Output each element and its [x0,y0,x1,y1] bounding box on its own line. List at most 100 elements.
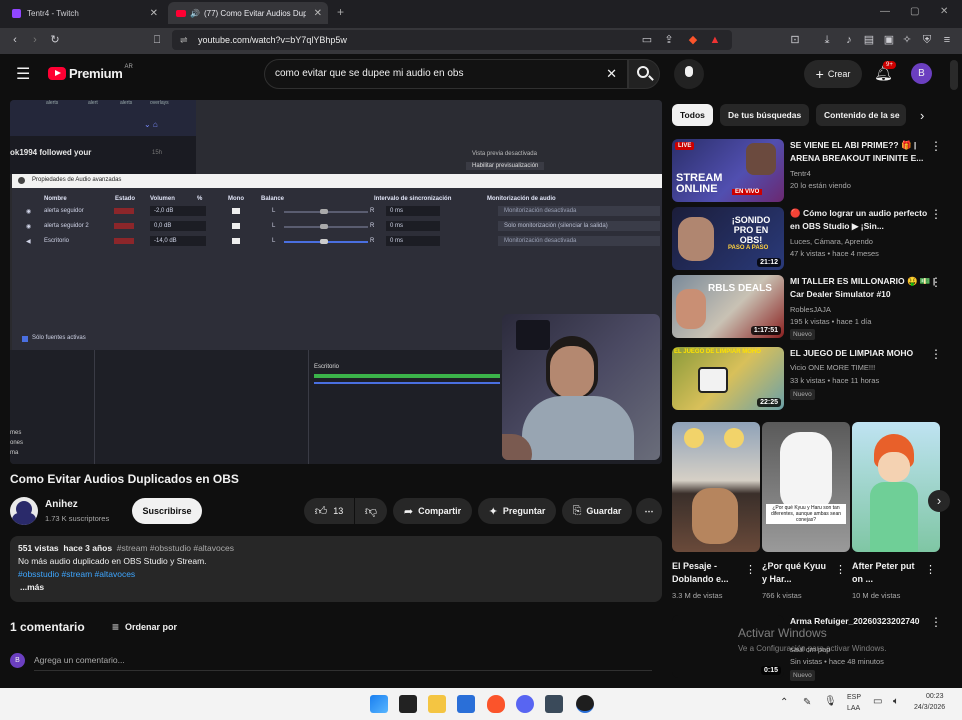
close-icon[interactable]: ✕ [150,8,158,19]
pen-icon[interactable]: ✎ [803,697,811,708]
comment-input[interactable]: Agrega un comentario... [34,655,652,671]
close-window-icon[interactable]: ✕ [940,6,948,17]
brave-rewards-icon[interactable]: ▲ [708,33,722,47]
network-icon[interactable]: ▭ [873,696,882,707]
share-icon[interactable]: ⇪ [662,33,676,47]
tab-youtube[interactable]: 🔊 (77) Como Evitar Audios Dupl ✕ [168,2,328,24]
steam-icon[interactable] [545,695,563,713]
channel-name[interactable]: RoblesJAJA [790,305,831,314]
channel-name[interactable]: Luces, Cámara, Aprendo [790,237,873,246]
vpn-icon[interactable]: ⛨ [920,33,934,47]
more-vert-icon[interactable]: ⋮ [930,207,942,221]
video-title[interactable]: EL JUEGO DE LIMPIAR MOHO [790,347,938,360]
short-thumbnail[interactable] [672,422,760,552]
hamburger-icon[interactable]: ☰ [16,64,30,84]
bookmark-icon[interactable]: ⎕ [150,33,164,47]
dislike-button[interactable]: 👎︎ [355,498,387,524]
avatar[interactable]: B [911,63,932,84]
more-vert-icon[interactable]: ⋮ [930,275,942,289]
subscribe-button[interactable]: Suscribirse [132,498,202,524]
chevron-right-icon[interactable]: › [920,108,924,123]
scrollbar[interactable] [950,60,958,90]
channel-name[interactable]: Tentr4 [790,169,811,178]
video-title[interactable]: 🔴 Cómo lograr un audio perfecto en OBS S… [790,207,938,233]
menu-icon[interactable]: ≡ [940,33,954,47]
more-vert-icon[interactable]: ⋮ [930,615,942,629]
like-button[interactable]: 👍︎ 13 [304,498,354,524]
music-icon[interactable]: ♪ [842,33,856,47]
sort-button[interactable]: ≡ Ordenar por [112,620,177,634]
sidebar-icon[interactable]: ▤ [862,33,876,47]
channel-avatar[interactable] [10,497,38,525]
clear-search-icon[interactable]: ✕ [606,60,617,88]
extension-icon[interactable]: ⊡ [788,33,802,47]
chip-all[interactable]: Todos [672,104,713,126]
more-vert-icon[interactable]: ⋮ [835,563,846,576]
capcut-icon[interactable] [399,695,417,713]
leo-icon[interactable]: ✧ [900,33,914,47]
minimize-icon[interactable]: — [880,6,890,17]
video-player[interactable]: alerts alert alerts overlays ⌄ ⌂ ok1994 … [10,100,662,464]
hashtags-bottom[interactable]: #obsstudio #stream #altavoces [18,568,654,581]
start-icon[interactable] [370,695,388,713]
wallet-icon[interactable]: ▣ [882,33,896,47]
more-vert-icon[interactable]: ⋮ [930,139,942,153]
folder-icon[interactable] [428,695,446,713]
obs-taskbar-icon[interactable] [576,695,594,713]
recommendation-item[interactable]: ¡SONIDO PRO EN OBS! PASO A PASO 21:12 🔴 … [672,207,962,271]
close-icon[interactable]: ✕ [314,8,322,19]
recommendation-item[interactable]: EL JUEGO DE LIMPIAR MOHO 22:25 EL JUEGO … [672,347,962,411]
channel-name[interactable]: Anihez [45,499,78,510]
brave-shield-icon[interactable]: ◆ [686,33,700,47]
create-button[interactable]: + Crear [804,60,862,88]
chip-series[interactable]: Contenido de la se [816,104,906,126]
volume-icon[interactable]: 🔈︎ [893,696,899,707]
recommendation-item[interactable]: RBLS DEALS 1:17:51 MI TALLER ES MILLONAR… [672,275,962,340]
more-vert-icon[interactable]: ⋮ [745,563,756,576]
short-thumbnail[interactable] [852,422,940,552]
new-tab-icon[interactable]: + [337,5,344,19]
language-code[interactable]: ESP [847,694,861,701]
forward-icon[interactable]: › [28,33,42,47]
description-box[interactable]: 551 vistas hace 3 años #stream #obsstudi… [10,536,662,602]
site-info-icon[interactable]: ⇌ [180,30,188,50]
voice-search-button[interactable] [674,59,704,89]
clock-date[interactable]: 24/3/2026 [914,704,945,711]
video-title[interactable]: SE VIENE EL ABI PRIME?? 🎁 | ARENA BREAKO… [790,139,938,165]
chip-searches[interactable]: De tus búsquedas [720,104,810,126]
search-input[interactable]: como evitar que se dupee mi audio en obs… [264,59,628,89]
more-vert-icon[interactable]: ⋮ [930,347,942,361]
shorts-next-button[interactable]: › [928,490,950,512]
video-thumbnail[interactable]: EL JUEGO DE LIMPIAR MOHO 22:25 [672,347,784,410]
download-icon[interactable]: ⤓ [820,33,834,47]
video-thumbnail[interactable]: LIVE STREAM ONLINE EN VIVO [672,139,784,202]
hashtags-top[interactable]: #stream #obsstudio #altavoces [117,543,234,553]
back-icon[interactable]: ‹ [8,33,22,47]
store-icon[interactable] [457,695,475,713]
show-more-button[interactable]: ...más [18,581,654,594]
discord-icon[interactable] [516,695,534,713]
more-vert-icon[interactable]: ⋮ [925,563,936,576]
brave-icon[interactable] [487,695,505,713]
share-button[interactable]: ➦ Compartir [393,498,472,524]
chevron-up-icon[interactable]: ⌃ [780,697,788,708]
short-title[interactable]: El Pesaje - Doblando e... [672,560,742,586]
language-layout[interactable]: LAA [847,705,860,712]
tab-twitch[interactable]: Tentr4 - Twitch ✕ [4,2,164,24]
speaker-icon[interactable]: 🔊 [190,9,200,18]
video-thumbnail[interactable]: ¡SONIDO PRO EN OBS! PASO A PASO 21:12 [672,207,784,270]
maximize-icon[interactable]: ▢ [910,6,919,17]
save-button[interactable]: ⎘ Guardar [562,498,632,524]
channel-name[interactable]: Vicio ONE MORE TIME!!! [790,363,875,372]
ask-button[interactable]: ✦ Preguntar [478,498,556,524]
short-thumbnail[interactable]: ¿Por qué Kyuu y Haru son tan diferentes,… [762,422,850,552]
clock-time[interactable]: 00:23 [926,693,944,700]
youtube-logo[interactable]: Premium AR [48,64,133,81]
video-title[interactable]: MI TALLER ES MILLONARIO 🤑 💵 | Car Dealer… [790,275,938,301]
more-actions-button[interactable]: ⋯ [636,498,662,524]
mic-tray-icon[interactable]: 🎙︎ [824,696,837,707]
reload-icon[interactable]: ↻ [48,33,62,47]
recommendation-item[interactable]: LIVE STREAM ONLINE EN VIVO SE VIENE EL A… [672,139,962,203]
short-title[interactable]: ¿Por qué Kyuu y Har... [762,560,832,586]
search-button[interactable] [628,59,660,89]
